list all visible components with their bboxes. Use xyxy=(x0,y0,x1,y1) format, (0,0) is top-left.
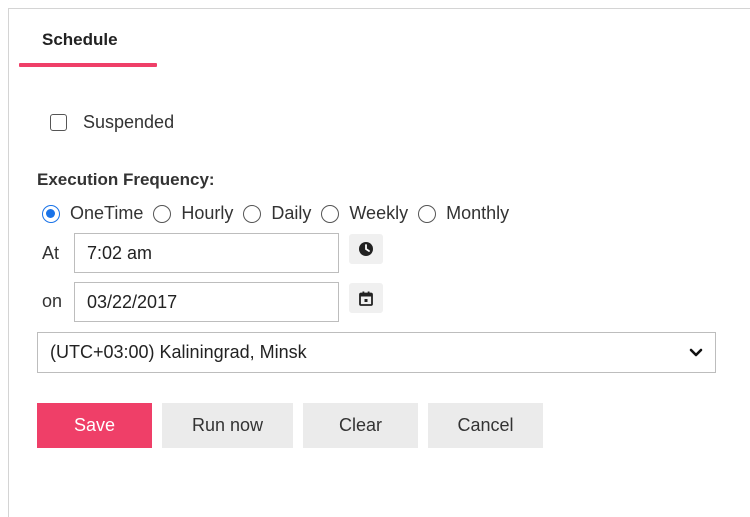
calendar-icon[interactable] xyxy=(349,283,383,313)
radio-monthly-circle[interactable] xyxy=(418,204,437,223)
radio-hourly[interactable]: Hourly xyxy=(153,203,233,224)
calendar-icon-glyph xyxy=(359,291,373,306)
radio-onetime[interactable]: OneTime xyxy=(42,203,143,224)
save-button[interactable]: Save xyxy=(37,403,152,448)
radio-daily[interactable]: Daily xyxy=(243,203,311,224)
radio-onetime-label: OneTime xyxy=(70,203,144,223)
at-label: At xyxy=(42,243,60,263)
time-input[interactable]: 7:02 am xyxy=(74,233,339,273)
run-now-button[interactable]: Run now xyxy=(162,403,293,448)
clear-button[interactable]: Clear xyxy=(303,403,418,448)
action-buttons: Save Run now Clear Cancel xyxy=(37,403,553,448)
timezone-select[interactable]: (UTC+03:00) Kaliningrad, Minsk xyxy=(37,332,716,373)
execution-frequency-label: Execution Frequency: xyxy=(37,170,215,189)
timezone-value: (UTC+03:00) Kaliningrad, Minsk xyxy=(50,342,307,362)
clock-icon-glyph xyxy=(359,242,373,256)
clock-icon[interactable] xyxy=(349,234,383,264)
suspended-checkbox[interactable] xyxy=(50,114,67,131)
radio-onetime-circle[interactable] xyxy=(42,204,60,223)
radio-weekly-circle[interactable] xyxy=(321,204,340,223)
suspended-label: Suspended xyxy=(83,112,175,132)
radio-hourly-label: Hourly xyxy=(181,203,234,223)
active-tab-indicator xyxy=(19,63,157,67)
date-input[interactable]: 03/22/2017 xyxy=(74,282,339,322)
radio-monthly[interactable]: Monthly xyxy=(418,203,509,224)
tab-schedule[interactable]: Schedule xyxy=(42,30,118,50)
radio-hourly-circle[interactable] xyxy=(153,204,172,223)
suspended-row[interactable]: Suspended xyxy=(50,112,174,133)
radio-monthly-label: Monthly xyxy=(446,203,510,223)
radio-weekly[interactable]: Weekly xyxy=(321,203,408,224)
cancel-button[interactable]: Cancel xyxy=(428,403,543,448)
radio-daily-circle[interactable] xyxy=(243,204,262,223)
frequency-radio-group: OneTime Hourly Daily Weekly Monthly xyxy=(42,203,519,224)
chevron-down-icon xyxy=(689,348,703,356)
radio-daily-label: Daily xyxy=(271,203,312,223)
on-label: on xyxy=(42,291,63,311)
radio-weekly-label: Weekly xyxy=(349,203,409,223)
